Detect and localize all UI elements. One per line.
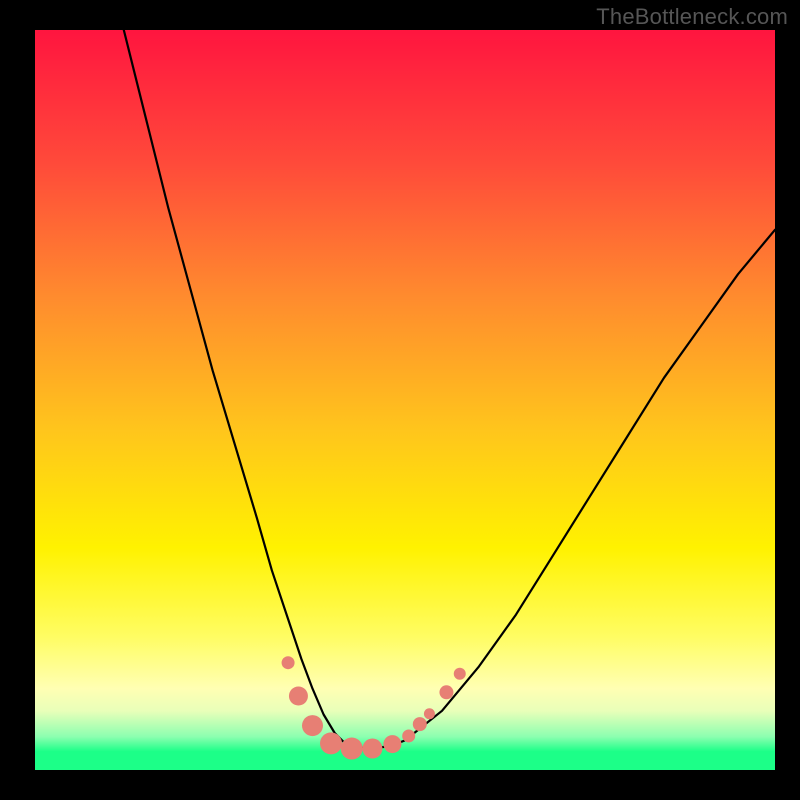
- accent-marker: [413, 717, 427, 731]
- accent-marker: [424, 708, 435, 719]
- accent-marker: [439, 685, 453, 699]
- accent-marker: [402, 729, 415, 742]
- accent-marker: [320, 732, 342, 754]
- chart-svg: [35, 30, 775, 770]
- accent-marker: [362, 739, 382, 759]
- plot-area: [35, 30, 775, 770]
- accent-marker: [302, 715, 323, 736]
- accent-marker: [454, 668, 466, 680]
- accent-marker: [282, 656, 295, 669]
- accent-marker: [289, 687, 308, 706]
- accent-marker: [383, 735, 401, 753]
- accent-marker: [341, 738, 363, 760]
- chart-frame: TheBottleneck.com: [0, 0, 800, 800]
- curve-path: [124, 30, 775, 748]
- watermark-text: TheBottleneck.com: [596, 4, 788, 30]
